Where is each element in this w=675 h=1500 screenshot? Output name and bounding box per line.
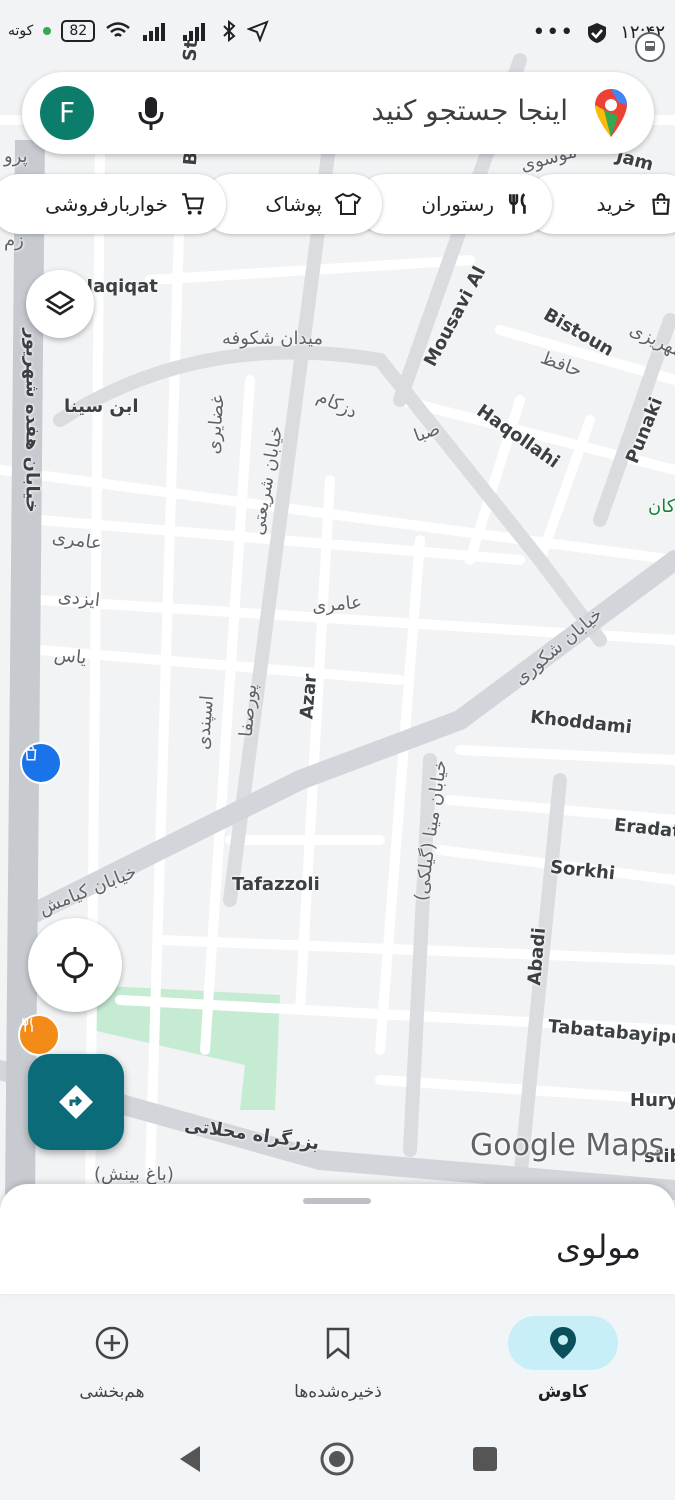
avatar[interactable]: F <box>40 86 94 140</box>
map-label: (باغ بینش) <box>94 1164 174 1185</box>
map-label: یاس <box>52 644 88 669</box>
location-pin-icon <box>550 1327 576 1359</box>
add-circle-icon <box>95 1326 129 1360</box>
chip-label: خواربارفروشی <box>45 192 168 216</box>
map-label: ابن سینا <box>64 396 139 417</box>
chip-label: پوشاک <box>265 192 322 216</box>
shopping-bag-icon <box>652 193 670 215</box>
layers-button[interactable] <box>26 270 94 338</box>
chip-clothing[interactable]: پوشاک <box>202 174 382 234</box>
signal-icon <box>183 23 206 41</box>
tab-explore[interactable]: کاوش <box>483 1316 643 1402</box>
tab-label: ذخیره‌شده‌ها <box>294 1382 382 1402</box>
map-label: خیابان هفده شهریور <box>21 328 43 513</box>
fork-knife-icon <box>22 1017 33 1032</box>
google-maps-logo-icon <box>595 89 627 137</box>
crosshair-icon <box>57 947 93 983</box>
shield-check-icon <box>588 22 607 43</box>
search-bar[interactable]: F اینجا جستجو کنید <box>22 72 654 154</box>
status-dot <box>43 27 52 35</box>
bus-icon <box>635 32 665 62</box>
recents-icon[interactable] <box>472 1446 498 1472</box>
map-label: میدان شکوفه <box>222 328 324 349</box>
carrier-text: کوته <box>8 23 34 39</box>
map-label: ایزدی <box>57 585 102 612</box>
back-icon[interactable] <box>176 1444 204 1474</box>
chip-restaurant[interactable]: رستوران <box>356 174 552 234</box>
tab-contribute[interactable]: هم‌بخشی <box>32 1316 192 1402</box>
more-dots-icon: ••• <box>532 20 575 45</box>
bottom-navigation: کاوش ذخیره‌شده‌ها هم‌بخشی <box>0 1306 675 1416</box>
directions-icon <box>59 1085 93 1119</box>
chip-label: رستوران <box>421 192 494 216</box>
system-navigation-bar <box>0 1416 675 1500</box>
tab-label: هم‌بخشی <box>79 1382 145 1402</box>
chip-label: خرید <box>596 192 636 216</box>
layers-icon <box>44 290 76 316</box>
map-label: عامری <box>311 591 363 618</box>
map-label: Azar <box>296 672 322 721</box>
home-icon[interactable] <box>318 1440 356 1478</box>
search-input[interactable]: اینجا جستجو کنید <box>371 94 568 127</box>
fork-knife-icon <box>508 193 526 214</box>
map-label: کان <box>648 496 675 517</box>
directions-button[interactable] <box>28 1054 124 1150</box>
shopping-poi-marker[interactable] <box>20 742 62 784</box>
my-location-button[interactable] <box>28 918 122 1012</box>
bookmark-icon <box>326 1327 350 1359</box>
status-bar: کوته 82 ••• ۱۲:۴۲ <box>0 0 675 64</box>
restaurant-poi-marker[interactable] <box>18 1014 60 1056</box>
shopping-bag-icon <box>25 745 37 761</box>
signal-icon <box>143 23 166 41</box>
cart-icon <box>182 193 205 215</box>
tab-saved[interactable]: ذخیره‌شده‌ها <box>258 1316 418 1402</box>
bottom-sheet[interactable]: مولوی <box>0 1184 675 1294</box>
shirt-icon <box>334 192 362 215</box>
map-label: Tafazzoli <box>232 874 320 895</box>
mic-icon[interactable] <box>130 92 172 134</box>
wifi-icon <box>106 22 130 37</box>
map-label: Hury <box>630 1090 675 1111</box>
battery-indicator: 82 <box>61 20 96 42</box>
category-chips: خرید رستوران پوشاک خواربارفروشی <box>0 174 675 236</box>
drag-handle[interactable] <box>303 1198 371 1204</box>
location-arrow-icon <box>247 20 269 42</box>
map-label: پرو <box>4 146 28 167</box>
chip-grocery[interactable]: خواربارفروشی <box>0 174 226 234</box>
location-title: مولوی <box>556 1228 641 1266</box>
tab-label: کاوش <box>537 1382 589 1402</box>
bluetooth-icon <box>223 20 236 42</box>
google-maps-watermark: Google Maps <box>470 1128 665 1163</box>
